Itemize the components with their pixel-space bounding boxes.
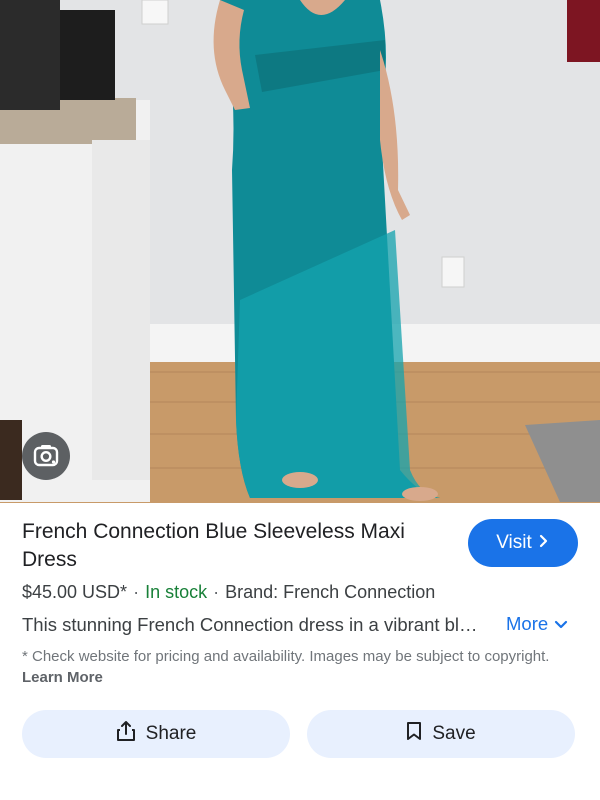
more-button[interactable]: More <box>506 613 568 635</box>
product-image[interactable] <box>0 0 600 503</box>
visit-button-label: Visit <box>496 532 532 553</box>
learn-more-link[interactable]: Learn More <box>22 669 103 686</box>
share-label: Share <box>145 723 197 744</box>
bookmark-icon <box>406 721 422 747</box>
product-meta: $45.00 USD* · In stock · Brand: French Conne… <box>22 582 435 603</box>
product-title[interactable]: French Connection Blue Sleeveless Maxi D… <box>22 518 452 574</box>
separator-dot: · <box>213 582 220 602</box>
share-icon <box>116 720 136 748</box>
google-lens-button[interactable] <box>22 432 70 480</box>
more-label: More <box>506 613 549 634</box>
google-lens-icon <box>32 442 60 470</box>
brand: Brand: French Connection <box>225 582 436 602</box>
save-button[interactable]: Save <box>307 710 575 758</box>
pricing-disclaimer: * Check website for pricing and availabi… <box>22 646 582 688</box>
chevron-right-icon <box>538 532 550 554</box>
price: $45.00 USD* <box>22 582 128 602</box>
save-label: Save <box>432 723 476 744</box>
share-button[interactable]: Share <box>22 710 290 758</box>
stock-status: In stock <box>145 582 208 602</box>
visit-button[interactable]: Visit <box>468 519 578 567</box>
product-description: This stunning French Connection dress in… <box>22 614 478 635</box>
disclaimer-text: * Check website for pricing and availabi… <box>22 648 550 665</box>
separator-dot: · <box>133 582 140 602</box>
dress-photo <box>0 0 600 503</box>
chevron-down-icon <box>554 613 568 635</box>
